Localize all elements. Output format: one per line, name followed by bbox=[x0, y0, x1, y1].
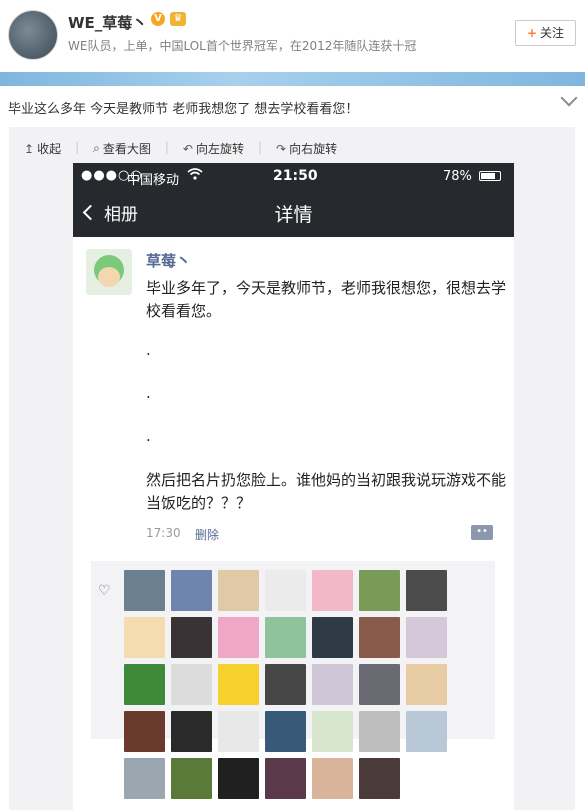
phone-status-bar: ●●●○○ 中国移动 21:50 78% bbox=[73, 163, 514, 189]
liker-avatar bbox=[171, 664, 212, 705]
avatar[interactable] bbox=[8, 10, 58, 60]
comment-icon: •• bbox=[471, 525, 493, 540]
wifi-icon bbox=[187, 168, 203, 184]
moment-text: 毕业多年了，今天是教师节，老师我很想您，很想去学校看看您。 bbox=[146, 279, 507, 320]
profile-banner bbox=[0, 72, 585, 86]
liker-avatar bbox=[265, 711, 306, 752]
collapse-button[interactable]: ↥ 收起 bbox=[24, 140, 61, 157]
ellipsis-dot: . bbox=[146, 384, 151, 402]
liker-avatar bbox=[406, 570, 447, 611]
view-large-label: 查看大图 bbox=[102, 142, 151, 156]
profile-header: WE_草莓丶 V ♛ WE队员，上单，中国LOL首个世界冠军，在2012年随队连… bbox=[0, 0, 585, 72]
rotate-right-icon: ↷ bbox=[276, 141, 287, 156]
liker-avatar bbox=[312, 664, 353, 705]
liker-avatar bbox=[218, 570, 259, 611]
nav-title: 详情 bbox=[274, 204, 313, 226]
verified-icon: V bbox=[151, 12, 165, 26]
image-toolbar: ↥ 收起 | ⌕ 查看大图 | ↶ 向左旋转 | ↷ 向右旋转 bbox=[24, 140, 337, 157]
divider: | bbox=[75, 140, 80, 154]
liker-avatar bbox=[218, 664, 259, 705]
liker-avatar bbox=[406, 664, 447, 705]
clock: 21:50 bbox=[273, 168, 318, 184]
rotate-right-button[interactable]: ↷ 向右旋转 bbox=[276, 140, 337, 157]
divider: | bbox=[164, 140, 169, 154]
liker-avatar bbox=[359, 664, 400, 705]
liker-avatar bbox=[218, 711, 259, 752]
liker-avatar bbox=[406, 617, 447, 658]
collapse-label: 收起 bbox=[37, 142, 62, 156]
liker-avatar bbox=[218, 617, 259, 658]
chevron-down-icon[interactable] bbox=[560, 89, 578, 107]
liker-avatar bbox=[171, 711, 212, 752]
liker-avatar bbox=[312, 570, 353, 611]
liker-avatar bbox=[124, 617, 165, 658]
ellipsis-dot: . bbox=[146, 427, 151, 445]
liker-avatar bbox=[124, 711, 165, 752]
post-text: 毕业这么多年 今天是教师节 老师我想您了 想去学校看看您！ bbox=[8, 102, 359, 117]
battery-percent: 78% bbox=[443, 169, 472, 184]
liker-avatar bbox=[171, 617, 212, 658]
liker-avatar bbox=[359, 711, 400, 752]
liker-avatar bbox=[265, 570, 306, 611]
liker-avatar bbox=[359, 570, 400, 611]
liker-avatar bbox=[171, 758, 212, 799]
carrier-label: 中国移动 bbox=[127, 173, 180, 188]
rotate-left-icon: ↶ bbox=[182, 141, 193, 156]
likes-panel: ♡ bbox=[91, 561, 495, 799]
liker-avatar bbox=[265, 758, 306, 799]
battery-icon bbox=[479, 171, 501, 181]
user-bio: WE队员，上单，中国LOL首个世界冠军，在2012年随队连获十冠 bbox=[68, 39, 417, 53]
author-avatar bbox=[86, 249, 132, 295]
rotate-right-label: 向右旋转 bbox=[289, 142, 338, 156]
liker-avatar bbox=[265, 617, 306, 658]
liker-avatar bbox=[312, 711, 353, 752]
divider: | bbox=[258, 140, 263, 154]
search-icon: ⌕ bbox=[93, 141, 100, 155]
moment-time: 17:30 bbox=[146, 526, 181, 540]
liker-avatar bbox=[265, 664, 306, 705]
collapse-icon: ↥ bbox=[24, 141, 35, 156]
heart-icon: ♡ bbox=[98, 583, 111, 599]
liker-avatar bbox=[406, 711, 447, 752]
liker-avatar bbox=[124, 664, 165, 705]
liker-avatar bbox=[359, 617, 400, 658]
liker-avatar bbox=[312, 617, 353, 658]
rotate-left-label: 向左旋转 bbox=[195, 142, 244, 156]
follow-button[interactable]: + 关注 bbox=[515, 20, 576, 46]
ellipsis-dot: . bbox=[146, 341, 151, 359]
user-name[interactable]: WE_草莓丶 bbox=[68, 12, 147, 33]
plus-icon: + bbox=[526, 26, 538, 40]
phone-nav-bar: 相册 详情 bbox=[73, 189, 514, 237]
rotate-left-button[interactable]: ↶ 向左旋转 bbox=[183, 140, 244, 157]
liker-grid bbox=[124, 570, 454, 799]
moment-text-continued: 然后把名片扔您脸上。谁他妈的当初跟我说玩游戏不能当饭吃的？？？ bbox=[146, 471, 507, 512]
liker-avatar bbox=[124, 570, 165, 611]
liker-avatar bbox=[312, 758, 353, 799]
crown-icon: ♛ bbox=[170, 12, 186, 26]
delete-link: 删除 bbox=[195, 528, 220, 542]
follow-label: 关注 bbox=[540, 26, 565, 40]
liker-avatar bbox=[171, 570, 212, 611]
battery-fill bbox=[481, 173, 496, 179]
liker-avatar bbox=[218, 758, 259, 799]
view-large-button[interactable]: ⌕ 查看大图 bbox=[93, 140, 151, 157]
liker-avatar bbox=[124, 758, 165, 799]
liker-avatar bbox=[359, 758, 400, 799]
moment-card: 草莓丶 毕业多年了，今天是教师节，老师我很想您，很想去学校看看您。 . . . … bbox=[73, 237, 514, 810]
post-image[interactable]: ●●●○○ 中国移动 21:50 78% 相册 详情 草莓丶 毕业多年了，今天是… bbox=[73, 163, 514, 810]
author-name: 草莓丶 bbox=[146, 252, 192, 270]
